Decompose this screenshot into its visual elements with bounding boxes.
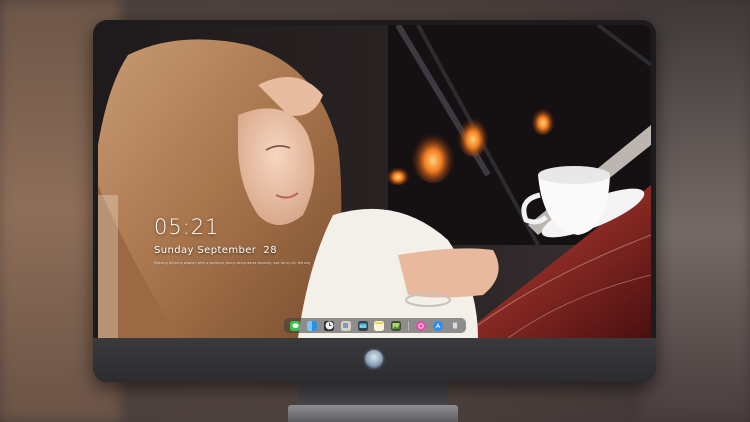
lock-screen-quote: Reading thinking wisdom with a patience … bbox=[154, 261, 311, 265]
background-blur-right bbox=[640, 0, 750, 422]
dock-separator bbox=[408, 320, 410, 331]
itunes-icon[interactable] bbox=[415, 320, 426, 331]
wallpaper-image bbox=[98, 25, 651, 338]
lock-screen-clock: 05:21 bbox=[154, 215, 220, 239]
notes-icon[interactable] bbox=[374, 320, 385, 331]
preview-icon[interactable] bbox=[340, 320, 351, 331]
clips-icon[interactable] bbox=[357, 320, 368, 331]
monitor-logo-icon bbox=[365, 350, 383, 368]
lock-screen-date: Sunday September 28 bbox=[154, 245, 277, 256]
monitor-stand-base bbox=[288, 405, 458, 422]
messages-icon[interactable] bbox=[290, 320, 301, 331]
desktop-screen: 05:21 Sunday September 28 Reading thinki… bbox=[98, 25, 651, 338]
finder-icon[interactable] bbox=[307, 320, 318, 331]
trash-icon[interactable] bbox=[449, 320, 460, 331]
imac-monitor: 05:21 Sunday September 28 Reading thinki… bbox=[93, 20, 656, 382]
clock-icon[interactable] bbox=[324, 320, 335, 331]
dock bbox=[284, 318, 466, 333]
photos-icon[interactable] bbox=[391, 320, 402, 331]
app-store-icon[interactable] bbox=[432, 320, 443, 331]
